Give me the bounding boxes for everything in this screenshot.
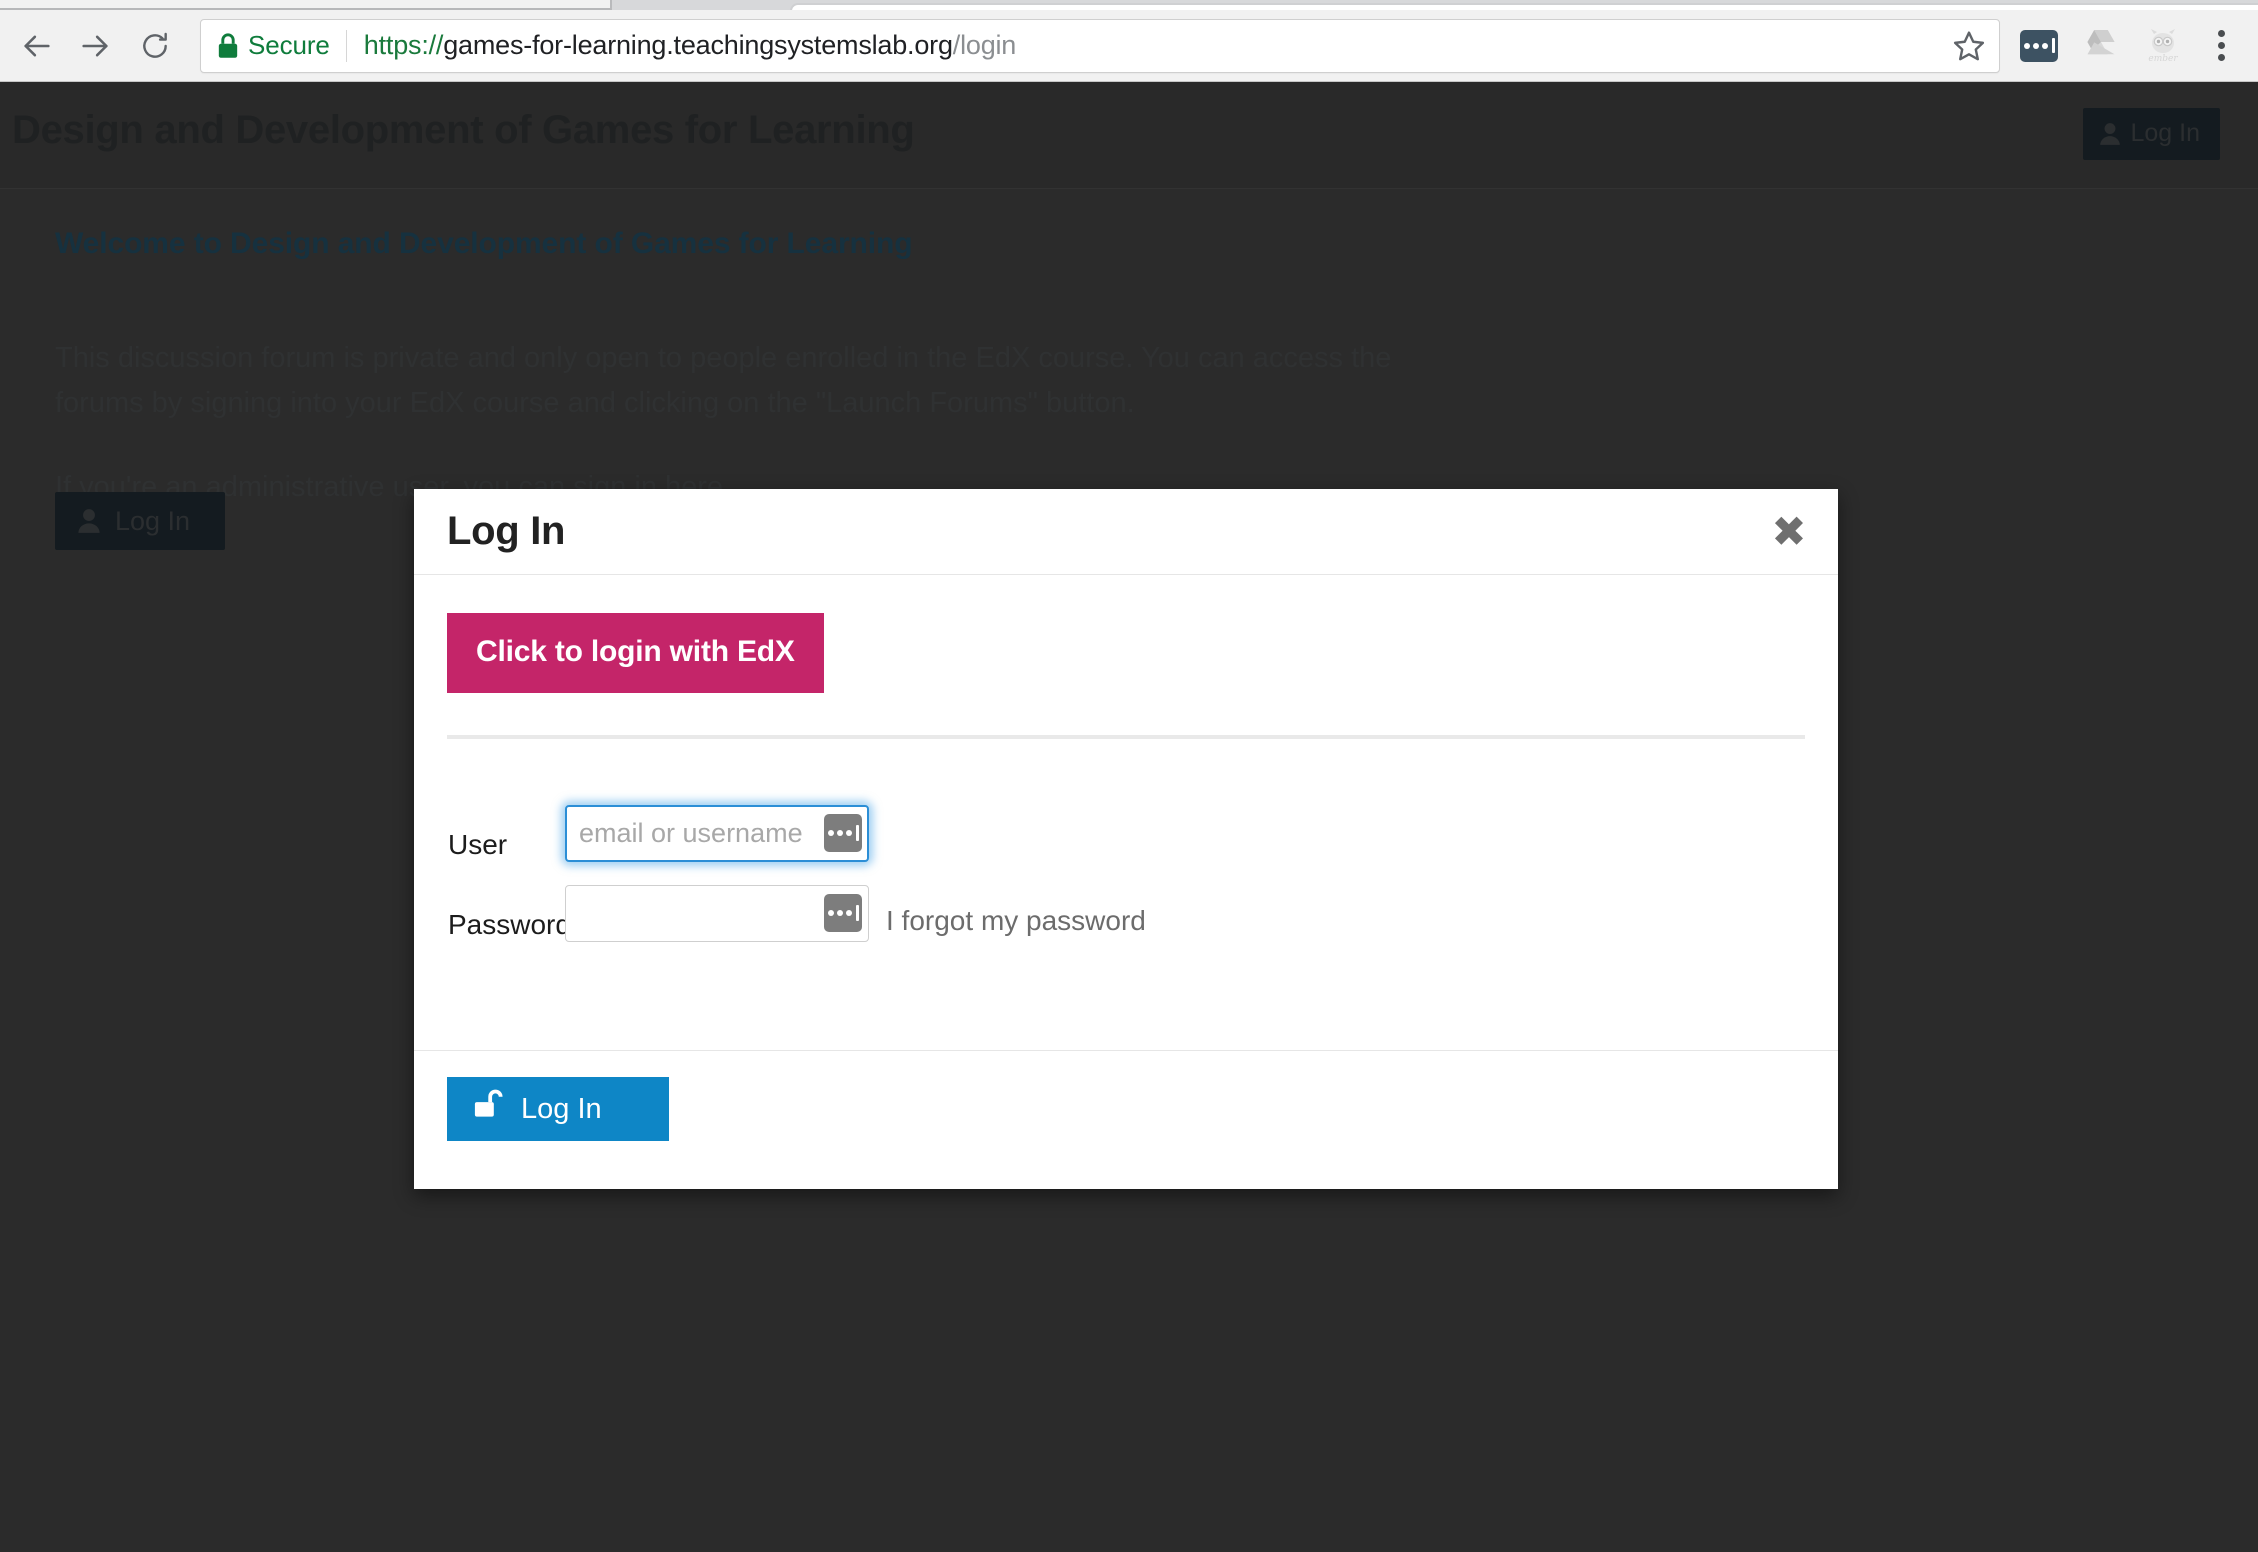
user-field-row: User [414, 805, 1838, 881]
modal-body: Click to login with EdX User Password I … [414, 575, 1838, 1050]
url-scheme: https:// [363, 30, 444, 60]
back-icon[interactable] [6, 15, 68, 77]
browser-tab[interactable] [0, 0, 612, 10]
person-icon [2099, 122, 2121, 146]
modal-divider [447, 735, 1805, 739]
close-icon[interactable]: ✖ [1762, 505, 1816, 559]
site-header: Design and Development of Games for Lear… [0, 82, 2258, 189]
person-icon [77, 508, 101, 534]
modal-login-label: Log In [521, 1092, 602, 1125]
password-manager-extension-icon[interactable] [2008, 15, 2070, 77]
browser-toolbar: Secure https://games-for-learning.teachi… [0, 10, 2258, 81]
browser-chrome: Secure https://games-for-learning.teachi… [0, 0, 2258, 82]
url-host: games-for-learning.teachingsystemslab.or… [443, 30, 953, 60]
forward-icon[interactable] [64, 15, 126, 77]
page-title: Design and Development of Games for Lear… [12, 108, 915, 152]
edx-login-button[interactable]: Click to login with EdX [447, 613, 824, 693]
url-text[interactable]: https://games-for-learning.teachingsyste… [364, 30, 1939, 61]
user-input-wrapper [565, 805, 869, 862]
lock-icon [217, 32, 239, 59]
star-icon[interactable] [1939, 19, 1999, 73]
password-input-wrapper [565, 885, 869, 942]
address-bar[interactable]: Secure https://games-for-learning.teachi… [200, 18, 2000, 73]
modal-footer: Log In [414, 1050, 1838, 1187]
body-login-button[interactable]: Log In [55, 492, 225, 550]
welcome-heading: Welcome to Design and Development of Gam… [55, 227, 913, 260]
modal-title: Log In [447, 509, 566, 553]
password-field-row: Password I forgot my password [414, 885, 1838, 961]
svg-text:ember: ember [2148, 54, 2178, 64]
url-path: /login [952, 30, 1017, 60]
kebab-menu-icon[interactable] [2194, 15, 2248, 77]
reload-icon[interactable] [124, 15, 186, 77]
tab-strip [0, 0, 2258, 11]
password-manager-icon[interactable] [824, 814, 862, 852]
body-login-label: Log In [115, 505, 191, 536]
intro-paragraph: This discussion forum is private and onl… [55, 342, 1392, 419]
security-status-label: Secure [248, 30, 330, 60]
google-drive-extension-icon[interactable] [2070, 15, 2132, 77]
forgot-password-link[interactable]: I forgot my password [886, 905, 1146, 937]
unlock-icon [473, 1089, 503, 1129]
modal-login-button[interactable]: Log In [447, 1077, 669, 1141]
omnibox-separator [345, 29, 347, 62]
password-manager-icon[interactable] [824, 894, 862, 932]
header-login-button[interactable]: Log In [2083, 108, 2220, 160]
password-label: Password [448, 909, 571, 940]
login-modal: Log In ✖ Click to login with EdX User Pa… [414, 489, 1838, 1189]
ember-inspector-extension-icon[interactable]: ember [2132, 15, 2194, 77]
header-login-label: Log In [2130, 119, 2200, 147]
user-label: User [448, 829, 508, 860]
modal-header: Log In ✖ [414, 489, 1838, 575]
